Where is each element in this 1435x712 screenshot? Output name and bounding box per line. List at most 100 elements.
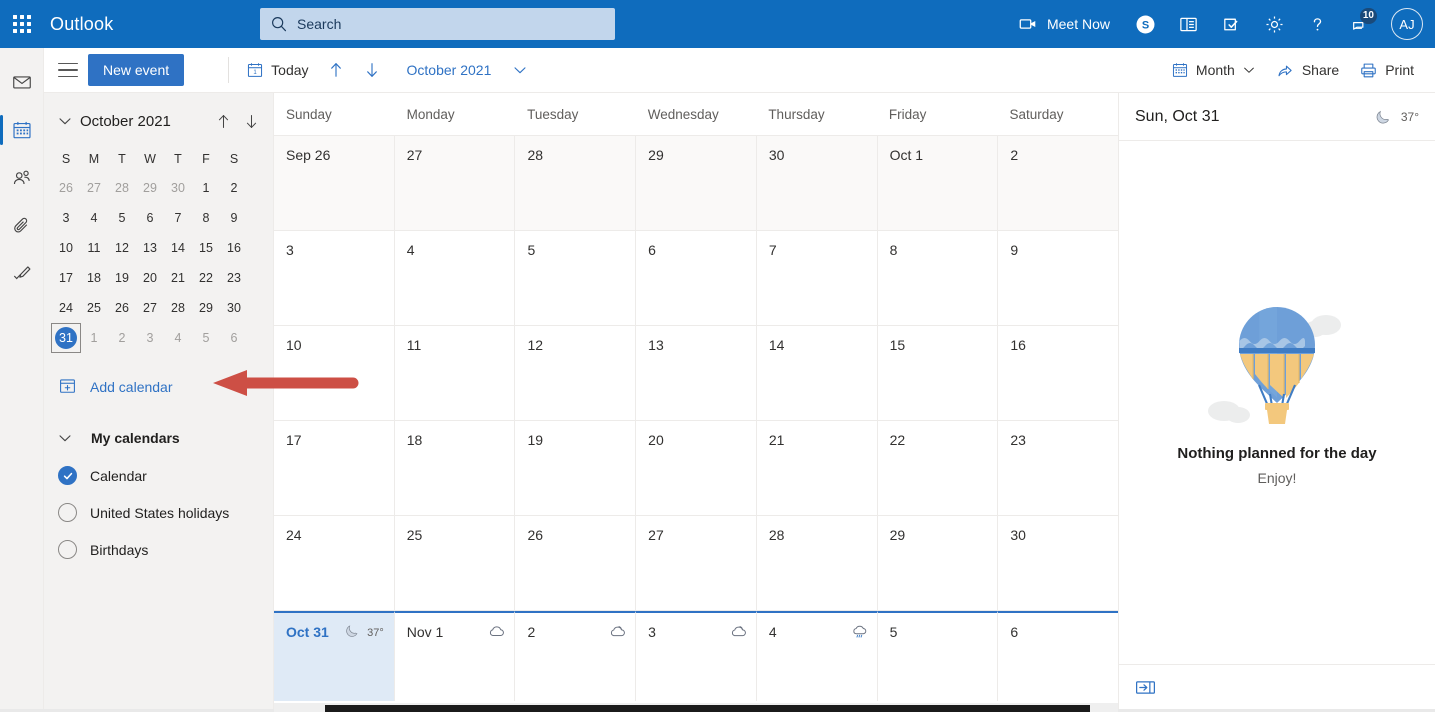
minicalendar-day[interactable]: 28 <box>164 294 192 322</box>
calendar-day-cell[interactable]: 3 <box>636 611 757 701</box>
add-calendar-button[interactable]: Add calendar <box>44 367 273 407</box>
calendar-day-cell[interactable]: 5 <box>515 231 637 325</box>
minicalendar-day[interactable]: 27 <box>80 174 108 202</box>
calendar-list-item[interactable]: Birthdays <box>44 531 273 568</box>
app-launcher-icon[interactable] <box>0 0 44 48</box>
rail-item-mail[interactable] <box>0 58 44 106</box>
minicalendar-day[interactable]: 4 <box>164 324 192 352</box>
minicalendar-day[interactable]: 5 <box>108 204 136 232</box>
calendar-day-cell[interactable]: 28 <box>756 516 878 610</box>
minicalendar-day-today[interactable]: 31 <box>51 323 81 353</box>
minicalendar-day[interactable]: 27 <box>136 294 164 322</box>
previous-period-button[interactable] <box>318 53 354 87</box>
calendar-day-cell[interactable]: Nov 1 <box>394 611 516 701</box>
minicalendar-title[interactable]: October 2021 <box>80 113 171 130</box>
chevron-down-icon[interactable] <box>52 108 78 134</box>
next-period-button[interactable] <box>354 53 390 87</box>
calendar-day-cell[interactable]: 21 <box>756 421 878 515</box>
calendar-day-cell[interactable]: 27 <box>636 516 757 610</box>
minicalendar-day[interactable]: 22 <box>192 264 220 292</box>
minicalendar-day[interactable]: 10 <box>52 234 80 262</box>
minicalendar-day[interactable]: 25 <box>80 294 108 322</box>
calendar-day-cell[interactable]: 6 <box>998 611 1118 701</box>
minicalendar-day[interactable]: 26 <box>108 294 136 322</box>
minicalendar-day[interactable]: 11 <box>80 234 108 262</box>
search-input[interactable]: Search <box>260 8 615 40</box>
today-button[interactable]: 1 Today <box>237 53 317 87</box>
calendar-list-item[interactable]: United States holidays <box>44 494 273 531</box>
my-calendars-group[interactable]: My calendars <box>44 419 273 457</box>
calendar-day-cell[interactable]: 12 <box>515 326 637 420</box>
minicalendar-day[interactable]: 12 <box>108 234 136 262</box>
minicalendar-day[interactable]: 7 <box>164 204 192 232</box>
calendar-day-cell[interactable]: 25 <box>394 516 516 610</box>
office-icon[interactable] <box>1167 0 1210 48</box>
minicalendar-day[interactable]: 21 <box>164 264 192 292</box>
minicalendar-day[interactable]: 29 <box>192 294 220 322</box>
rail-item-calendar[interactable] <box>0 106 44 154</box>
calendar-day-cell[interactable]: 7 <box>756 231 878 325</box>
calendar-day-cell[interactable]: 22 <box>877 421 999 515</box>
minicalendar-day[interactable]: 9 <box>220 204 248 232</box>
calendar-day-cell[interactable]: 6 <box>636 231 757 325</box>
calendar-day-cell[interactable]: 24 <box>274 516 395 610</box>
minicalendar-day[interactable]: 26 <box>52 174 80 202</box>
calendar-day-cell[interactable]: 18 <box>394 421 516 515</box>
minicalendar-day[interactable]: 28 <box>108 174 136 202</box>
calendar-day-cell[interactable]: 28 <box>515 136 637 230</box>
minicalendar-day[interactable]: 3 <box>52 204 80 232</box>
minicalendar-day[interactable]: 8 <box>192 204 220 232</box>
minicalendar-prev-button[interactable] <box>209 107 237 135</box>
calendar-day-cell[interactable]: 2 <box>998 136 1118 230</box>
calendar-day-cell[interactable]: 16 <box>998 326 1118 420</box>
calendar-day-cell[interactable]: 5 <box>877 611 999 701</box>
minicalendar-day[interactable]: 19 <box>108 264 136 292</box>
calendar-list-item[interactable]: Calendar <box>44 457 273 494</box>
minicalendar-day[interactable]: 16 <box>220 234 248 262</box>
calendar-day-cell[interactable]: 8 <box>877 231 999 325</box>
minicalendar-day[interactable]: 20 <box>136 264 164 292</box>
avatar[interactable]: AJ <box>1391 8 1423 40</box>
rail-item-people[interactable] <box>0 154 44 202</box>
calendar-day-cell[interactable]: 30 <box>756 136 878 230</box>
calendar-day-cell[interactable]: 14 <box>756 326 878 420</box>
minicalendar-day[interactable]: 2 <box>220 174 248 202</box>
app-brand-title[interactable]: Outlook <box>50 14 113 35</box>
minicalendar-day[interactable]: 29 <box>136 174 164 202</box>
calendar-day-cell[interactable]: 15 <box>877 326 999 420</box>
calendar-day-cell[interactable]: 20 <box>636 421 757 515</box>
minicalendar-day[interactable]: 18 <box>80 264 108 292</box>
minicalendar-day[interactable]: 1 <box>80 324 108 352</box>
new-event-button[interactable]: New event <box>88 54 185 86</box>
minicalendar-day[interactable]: 1 <box>192 174 220 202</box>
calendar-day-cell[interactable]: 2 <box>515 611 637 701</box>
calendar-day-cell[interactable]: 26 <box>515 516 637 610</box>
minicalendar-day[interactable]: 30 <box>164 174 192 202</box>
minicalendar-day[interactable]: 2 <box>108 324 136 352</box>
checkbox-icon[interactable] <box>58 540 77 559</box>
minicalendar-day[interactable]: 14 <box>164 234 192 262</box>
calendar-day-cell[interactable]: Sep 26 <box>274 136 395 230</box>
hamburger-menu-icon[interactable] <box>58 63 78 77</box>
calendar-day-cell[interactable]: 17 <box>274 421 395 515</box>
gear-icon[interactable] <box>1253 0 1296 48</box>
minicalendar-day[interactable]: 6 <box>136 204 164 232</box>
calendar-day-cell[interactable]: 3 <box>274 231 395 325</box>
calendar-day-cell[interactable]: 19 <box>515 421 637 515</box>
meet-now-button[interactable]: Meet Now <box>1008 0 1124 48</box>
date-range-picker[interactable]: October 2021 <box>398 53 538 87</box>
rail-item-files[interactable] <box>0 202 44 250</box>
calendar-day-cell[interactable]: 4 <box>394 231 516 325</box>
calendar-day-cell[interactable]: 9 <box>998 231 1118 325</box>
skype-icon[interactable]: S <box>1124 0 1167 48</box>
checkbox-icon[interactable] <box>58 503 77 522</box>
minicalendar-day[interactable]: 13 <box>136 234 164 262</box>
calendar-day-cell[interactable]: 4 <box>756 611 878 701</box>
calendar-day-cell[interactable]: 13 <box>636 326 757 420</box>
help-icon[interactable] <box>1296 0 1339 48</box>
expand-pane-icon[interactable] <box>1135 679 1156 696</box>
rail-item-todo[interactable] <box>0 250 44 298</box>
minicalendar-next-button[interactable] <box>237 107 265 135</box>
tasks-icon[interactable] <box>1210 0 1253 48</box>
feedback-icon[interactable]: 10 <box>1339 0 1383 48</box>
